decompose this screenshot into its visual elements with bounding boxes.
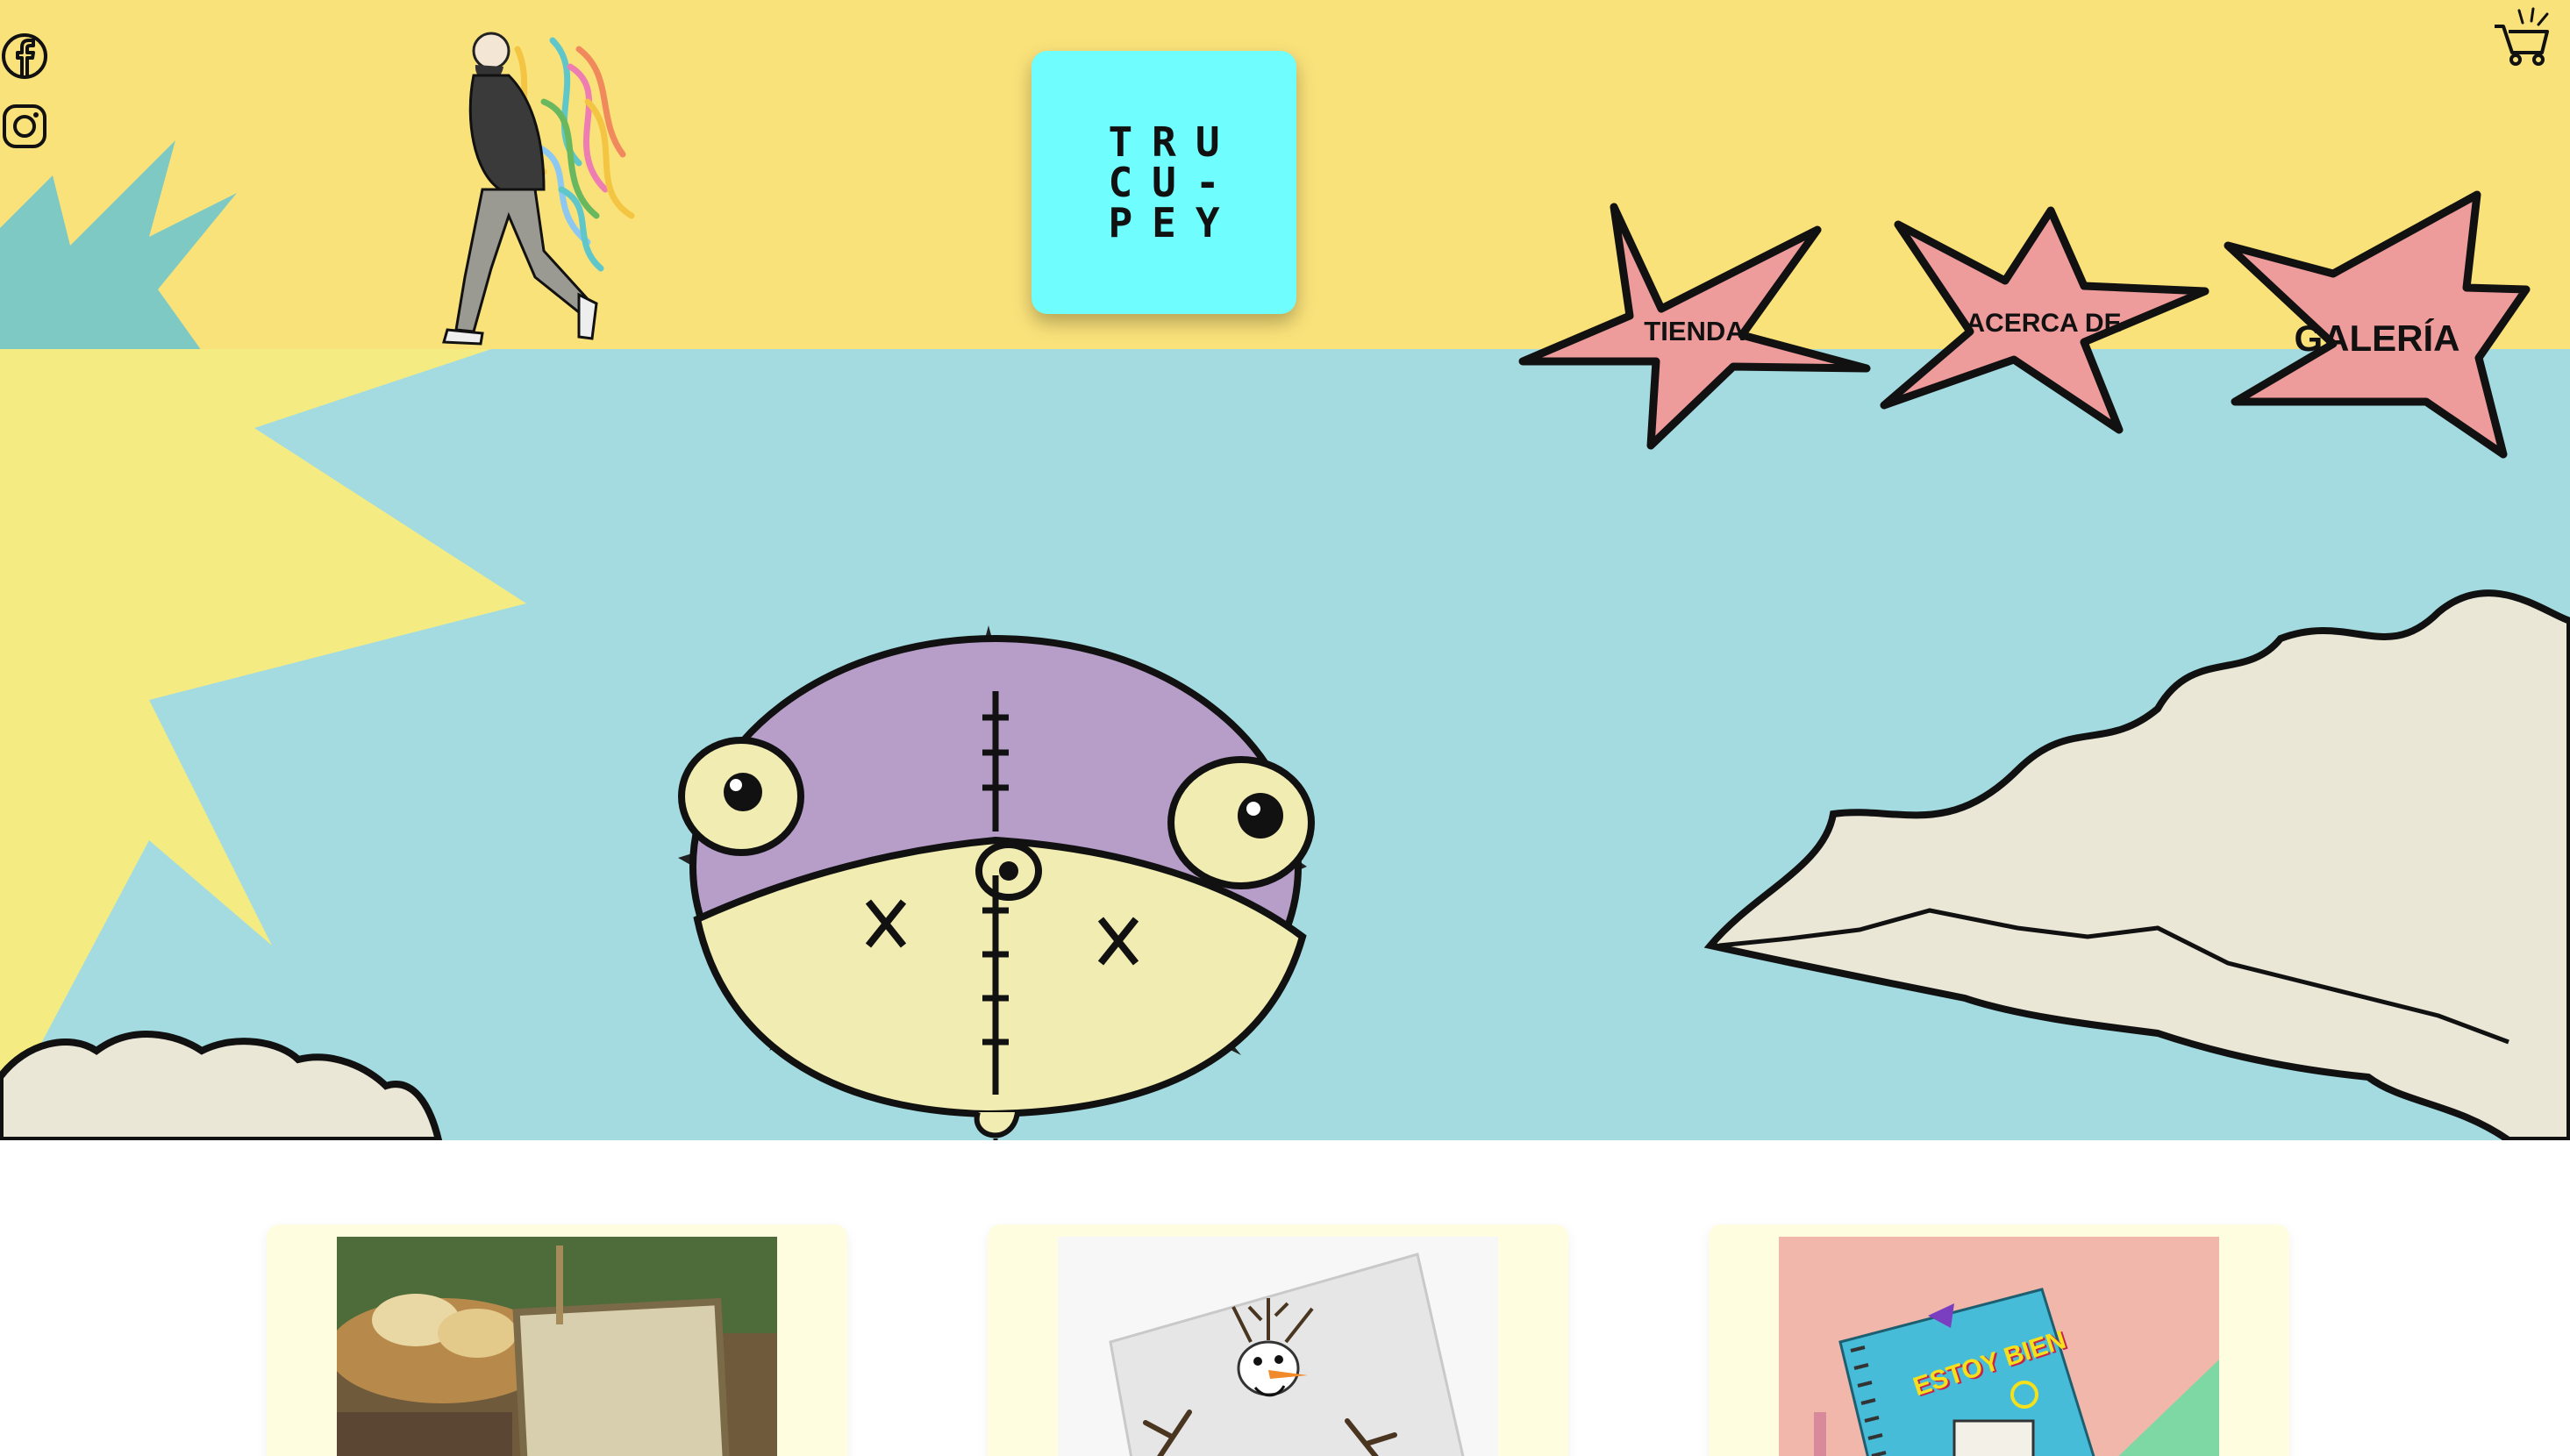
logo-line-1: TRU	[1108, 118, 1239, 166]
bread-basket-journal-photo[interactable]	[337, 1237, 777, 1456]
logo-line-3: PEY	[1108, 199, 1239, 246]
right-cloud	[1703, 589, 2570, 1140]
shopping-cart-icon	[2495, 7, 2549, 66]
product-card[interactable]: ESTOY BIEN	[1709, 1224, 2289, 1456]
nav-galeria-label: GALERÍA	[2294, 318, 2460, 359]
olaf-notebook-photo[interactable]	[1058, 1237, 1498, 1456]
trucupey-logo[interactable]: TRU CU- PEY	[1032, 51, 1296, 314]
nav-tienda-label: TIENDA	[1644, 316, 1745, 346]
nav-acerca-de[interactable]: ACERCA DE	[1874, 206, 2214, 439]
nav-acerca-de-label: ACERCA DE	[1966, 309, 2122, 338]
hero-illustration	[0, 349, 2570, 1140]
instagram-icon	[3, 104, 46, 148]
nav-galeria[interactable]: GALERÍA	[2224, 190, 2531, 459]
nav-tienda[interactable]: TIENDA	[1518, 203, 1871, 450]
walking-man-illustration	[442, 32, 635, 346]
left-cloud	[0, 1031, 443, 1140]
pufferfish	[678, 625, 1315, 1140]
product-card[interactable]	[988, 1224, 1568, 1456]
logo-line-2: CU-	[1108, 159, 1239, 206]
instagram-link[interactable]	[0, 102, 49, 151]
yellow-burst	[0, 349, 526, 1121]
product-card[interactable]	[267, 1224, 847, 1456]
hero-slideshow	[0, 349, 2570, 1140]
facebook-link[interactable]	[0, 32, 49, 81]
facebook-icon	[2, 33, 47, 79]
teal-spike-decoration	[0, 140, 237, 351]
estoy-bien-notebook-photo[interactable]: ESTOY BIEN	[1779, 1237, 2219, 1456]
cart-button[interactable]	[2491, 7, 2552, 67]
